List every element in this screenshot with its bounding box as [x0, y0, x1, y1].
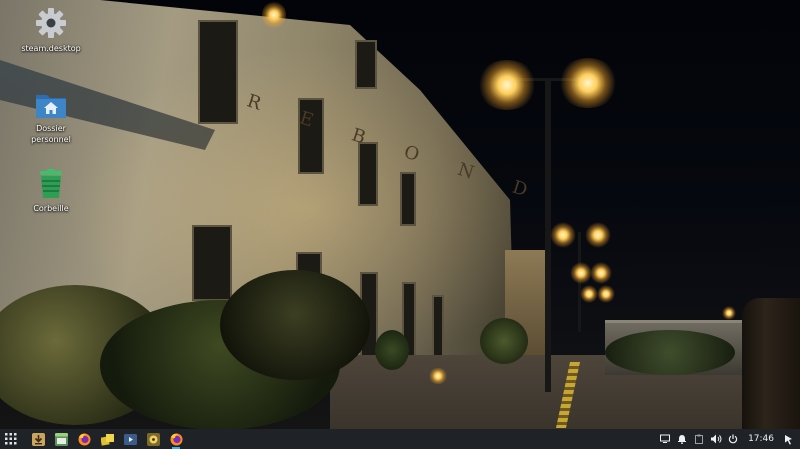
window-icon [54, 432, 68, 446]
system-tray: 17:46 [655, 429, 800, 449]
taskbar-app-files[interactable] [98, 430, 116, 448]
tray-power[interactable] [726, 432, 740, 446]
notification-bell-icon [678, 435, 687, 444]
volume-icon [710, 434, 722, 444]
files-icon [100, 433, 114, 446]
firefox-icon [170, 433, 182, 445]
media-player-icon [123, 433, 137, 445]
power-icon [728, 434, 738, 444]
taskbar-app-media-player[interactable] [121, 430, 139, 448]
installer-icon [31, 432, 45, 446]
home-folder-icon [36, 95, 66, 118]
desktop-icon-label: Dossier personnel [31, 124, 71, 144]
taskbar-app-music[interactable] [144, 430, 162, 448]
desktop-icon-home-folder[interactable]: Dossier personnel [16, 90, 86, 145]
taskbar-app-firefox[interactable] [75, 430, 93, 448]
application-launcher-button[interactable] [2, 430, 20, 448]
tray-display[interactable] [658, 432, 672, 446]
desktop-icon-label: steam.desktop [21, 44, 81, 53]
show-desktop-button[interactable] [782, 432, 796, 446]
show-desktop-icon [785, 434, 792, 445]
tray-volume[interactable] [709, 432, 723, 446]
gear-icon [36, 8, 66, 38]
desktop-wallpaper[interactable]: R E B O N D [0, 0, 800, 429]
desktop-icon-label: Corbeille [33, 204, 69, 213]
tray-clipboard[interactable] [692, 432, 706, 446]
desktop-icon-steam[interactable]: steam.desktop [16, 6, 86, 54]
taskbar-app-firefox-running[interactable] [167, 430, 185, 449]
taskbar-app-window[interactable] [52, 430, 70, 448]
tray-notifications[interactable] [675, 432, 689, 446]
clipboard-icon [695, 434, 704, 444]
display-icon [660, 434, 671, 443]
taskbar-app-installer[interactable] [29, 430, 47, 448]
taskbar-clock[interactable]: 17:46 [748, 434, 774, 444]
app-grid-icon [5, 433, 17, 445]
music-icon [146, 432, 160, 446]
desktop-icon-trash[interactable]: Corbeille [16, 168, 86, 214]
firefox-icon [78, 433, 90, 445]
trash-icon [40, 169, 62, 198]
taskbar: 17:46 [0, 429, 800, 449]
